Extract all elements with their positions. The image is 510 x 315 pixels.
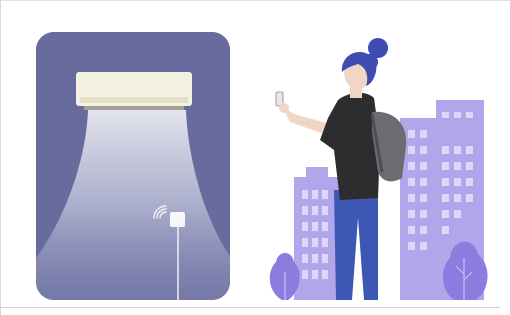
divider [0,307,500,308]
person-city-scene [254,22,504,304]
air-conditioner-icon [76,72,192,110]
air-conditioner-illustration [36,32,230,300]
air-conditioner-card [36,32,230,300]
person-city-illustration [269,38,488,300]
